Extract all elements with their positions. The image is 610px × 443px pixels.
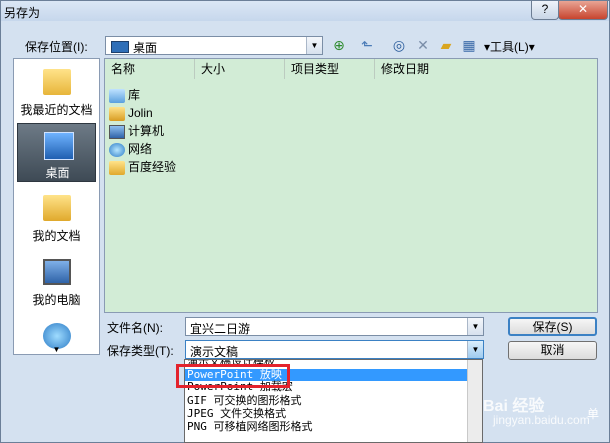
- list-item[interactable]: Jolin: [109, 104, 153, 122]
- help-button[interactable]: ?: [531, 1, 559, 20]
- user-folder-icon: [109, 106, 125, 121]
- place-network[interactable]: ▼: [17, 315, 96, 354]
- dropdown-option[interactable]: PNG 可移植网络图形格式: [187, 421, 313, 433]
- watermark-url: jingyan.baidu.com: [493, 413, 590, 427]
- column-header-type[interactable]: 项目类型: [285, 59, 375, 79]
- list-item[interactable]: 网络: [109, 140, 152, 158]
- place-label: 我的文档: [32, 229, 81, 243]
- documents-icon: [43, 195, 71, 221]
- column-header-name[interactable]: 名称: [105, 59, 195, 79]
- close-button[interactable]: ✕: [558, 1, 608, 20]
- chevron-down-icon[interactable]: ▼: [306, 37, 322, 54]
- places-bar: 我最近的文档 桌面 我的文档 我的电脑 ▼: [13, 58, 100, 355]
- desktop-icon: [44, 132, 74, 160]
- highlight-box: [176, 364, 290, 388]
- library-icon: [109, 88, 125, 103]
- tools-menu[interactable]: ▾工具(L)▾: [484, 38, 535, 55]
- computer-icon: [43, 259, 71, 285]
- search-web-icon[interactable]: ◎: [391, 37, 407, 53]
- filetype-select[interactable]: 演示文稿 ▼: [185, 340, 484, 359]
- filetype-label: 保存类型(T):: [107, 344, 174, 358]
- save-button[interactable]: 保存(S): [508, 317, 597, 336]
- location-value: 桌面: [133, 41, 158, 55]
- place-label: 我的电脑: [32, 293, 81, 307]
- dropdown-scrollbar[interactable]: [467, 360, 482, 442]
- place-computer[interactable]: 我的电脑: [17, 251, 96, 310]
- tools-menu-label: 工具(L): [490, 40, 529, 54]
- scroll-down-icon[interactable]: ▼: [17, 345, 96, 354]
- chevron-down-icon[interactable]: ▼: [467, 341, 483, 358]
- place-documents[interactable]: 我的文档: [17, 187, 96, 246]
- chevron-down-icon[interactable]: ▼: [467, 318, 483, 335]
- background-slide-text: 单: [587, 407, 600, 421]
- filename-value: 宜兴二日游: [190, 322, 251, 336]
- location-combo[interactable]: 桌面 ▼: [105, 36, 323, 55]
- recent-folder-icon: [43, 69, 71, 95]
- views-icon[interactable]: ▦: [461, 37, 477, 53]
- computer-icon: [109, 124, 125, 139]
- dialog-title: 另存为: [4, 6, 41, 20]
- title-bar: 另存为 ? ✕: [1, 1, 609, 21]
- location-label: 保存位置(I):: [25, 40, 88, 54]
- up-folder-icon[interactable]: ⬑: [359, 37, 375, 53]
- dropdown-option[interactable]: JPEG 文件交换格式: [187, 408, 286, 420]
- list-item[interactable]: 计算机: [109, 122, 164, 140]
- column-header-size[interactable]: 大小: [195, 59, 285, 79]
- cancel-button[interactable]: 取消: [508, 341, 597, 360]
- delete-icon[interactable]: ✕: [415, 37, 431, 53]
- back-icon[interactable]: ⊕: [331, 37, 347, 53]
- folder-icon: [109, 160, 125, 175]
- file-list: 名称 大小 项目类型 修改日期 库 Jolin 计算机 网络 百度经验: [104, 58, 598, 313]
- place-label: 桌面: [45, 166, 70, 180]
- dropdown-option[interactable]: GIF 可交换的图形格式: [187, 395, 302, 407]
- new-folder-icon[interactable]: ▰: [438, 37, 454, 53]
- place-desktop[interactable]: 桌面: [17, 123, 96, 182]
- filename-label: 文件名(N):: [107, 321, 163, 335]
- desktop-icon: [111, 41, 129, 53]
- list-item[interactable]: 库: [109, 86, 140, 104]
- list-item[interactable]: 百度经验: [109, 158, 176, 176]
- column-header-modified[interactable]: 修改日期: [375, 59, 465, 79]
- filetype-value: 演示文稿: [190, 345, 239, 359]
- network-icon: [109, 142, 125, 157]
- filename-field[interactable]: 宜兴二日游 ▼: [185, 317, 484, 336]
- place-recent[interactable]: 我最近的文档: [17, 61, 96, 120]
- place-label: 我最近的文档: [20, 103, 93, 117]
